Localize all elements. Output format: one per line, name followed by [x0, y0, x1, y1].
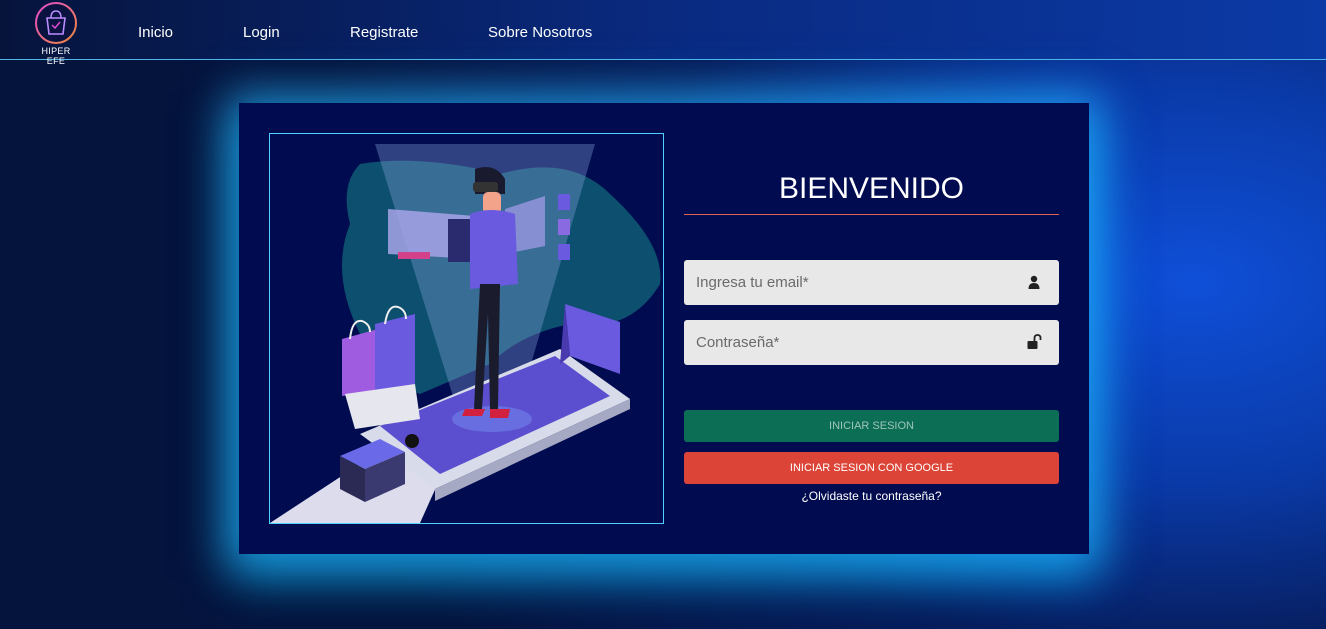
top-navbar: HIPER EFE Inicio Login Registrate Sobre …: [0, 0, 1326, 66]
password-field[interactable]: [684, 320, 1059, 365]
password-input[interactable]: [696, 320, 1016, 365]
forgot-password-link[interactable]: ¿Olvidaste tu contraseña?: [684, 489, 1059, 503]
vr-shopping-illustration: [269, 133, 664, 524]
google-login-button[interactable]: INICIAR SESION CON GOOGLE: [684, 452, 1059, 484]
title-divider: [684, 214, 1059, 215]
brand-name: HIPER EFE: [41, 46, 71, 66]
nav-inicio[interactable]: Inicio: [138, 24, 173, 41]
nav-sobre-nosotros[interactable]: Sobre Nosotros: [488, 24, 592, 41]
nav-registrate[interactable]: Registrate: [350, 24, 418, 41]
email-field[interactable]: [684, 260, 1059, 305]
nav-login[interactable]: Login: [243, 24, 280, 41]
unlock-icon: [1027, 334, 1042, 349]
brand-logo[interactable]: HIPER EFE: [31, 1, 81, 66]
shopping-bag-logo-icon: [35, 2, 77, 44]
user-icon: [1028, 275, 1040, 289]
welcome-title: BIENVENIDO: [778, 172, 965, 205]
login-button[interactable]: INICIAR SESION: [684, 410, 1059, 442]
email-input[interactable]: [696, 260, 1016, 305]
